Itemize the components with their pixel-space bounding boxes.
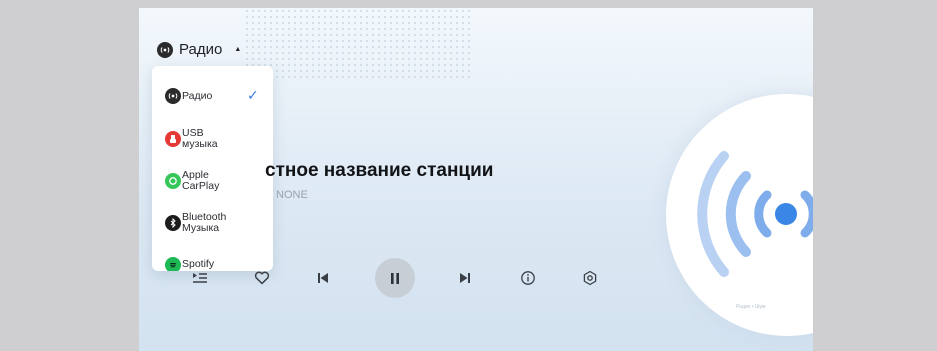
radio-icon: [165, 88, 181, 104]
playlist-icon: [193, 273, 207, 283]
info-button[interactable]: [514, 264, 542, 292]
dropdown-item-label: Радио: [182, 90, 213, 102]
dropdown-arrow-icon: ▲: [234, 46, 242, 53]
pause-icon: [391, 272, 399, 284]
settings-icon: [583, 270, 597, 286]
dotted-pattern: [244, 8, 474, 78]
checkmark-icon: ✓: [247, 87, 259, 103]
media-screen: Радио ▲ Радио ✓ USB музыка Apple CarPlay: [139, 8, 813, 351]
info-icon: [521, 271, 535, 285]
dropdown-item-radio[interactable]: Радио ✓: [152, 81, 273, 111]
bluetooth-icon: [165, 215, 181, 231]
radio-icon: [157, 41, 173, 58]
dropdown-item-label: USB музыка: [182, 127, 218, 150]
source-dropdown-menu: Радио ✓ USB музыка Apple CarPlay Bluetoo…: [152, 66, 273, 271]
source-selector[interactable]: Радио ▲: [157, 41, 241, 58]
station-subtitle: NONE: [276, 189, 308, 201]
carplay-icon: [165, 173, 181, 189]
heart-icon: [254, 271, 270, 285]
station-name: стное название станции: [265, 160, 494, 181]
settings-button[interactable]: [576, 264, 604, 292]
favorite-button[interactable]: [248, 264, 276, 292]
dropdown-item-usb[interactable]: USB музыка: [152, 124, 273, 154]
pause-button[interactable]: [375, 258, 415, 298]
radio-waves-icon: [697, 151, 813, 277]
source-selector-label: Радио: [179, 41, 223, 58]
dropdown-item-label: Bluetooth Музыка: [182, 211, 227, 234]
dropdown-item-bluetooth[interactable]: Bluetooth Музыка: [152, 208, 273, 238]
artwork-caption: Радио • Шум: [736, 304, 766, 310]
dropdown-item-label: Apple CarPlay: [182, 169, 220, 192]
playlist-button[interactable]: [186, 264, 214, 292]
next-button[interactable]: [451, 264, 479, 292]
previous-button[interactable]: [309, 264, 337, 292]
usb-icon: [165, 131, 181, 147]
station-artwork: [666, 94, 813, 336]
skip-previous-icon: [318, 273, 328, 283]
dropdown-item-carplay[interactable]: Apple CarPlay: [152, 166, 273, 196]
skip-next-icon: [460, 273, 470, 283]
